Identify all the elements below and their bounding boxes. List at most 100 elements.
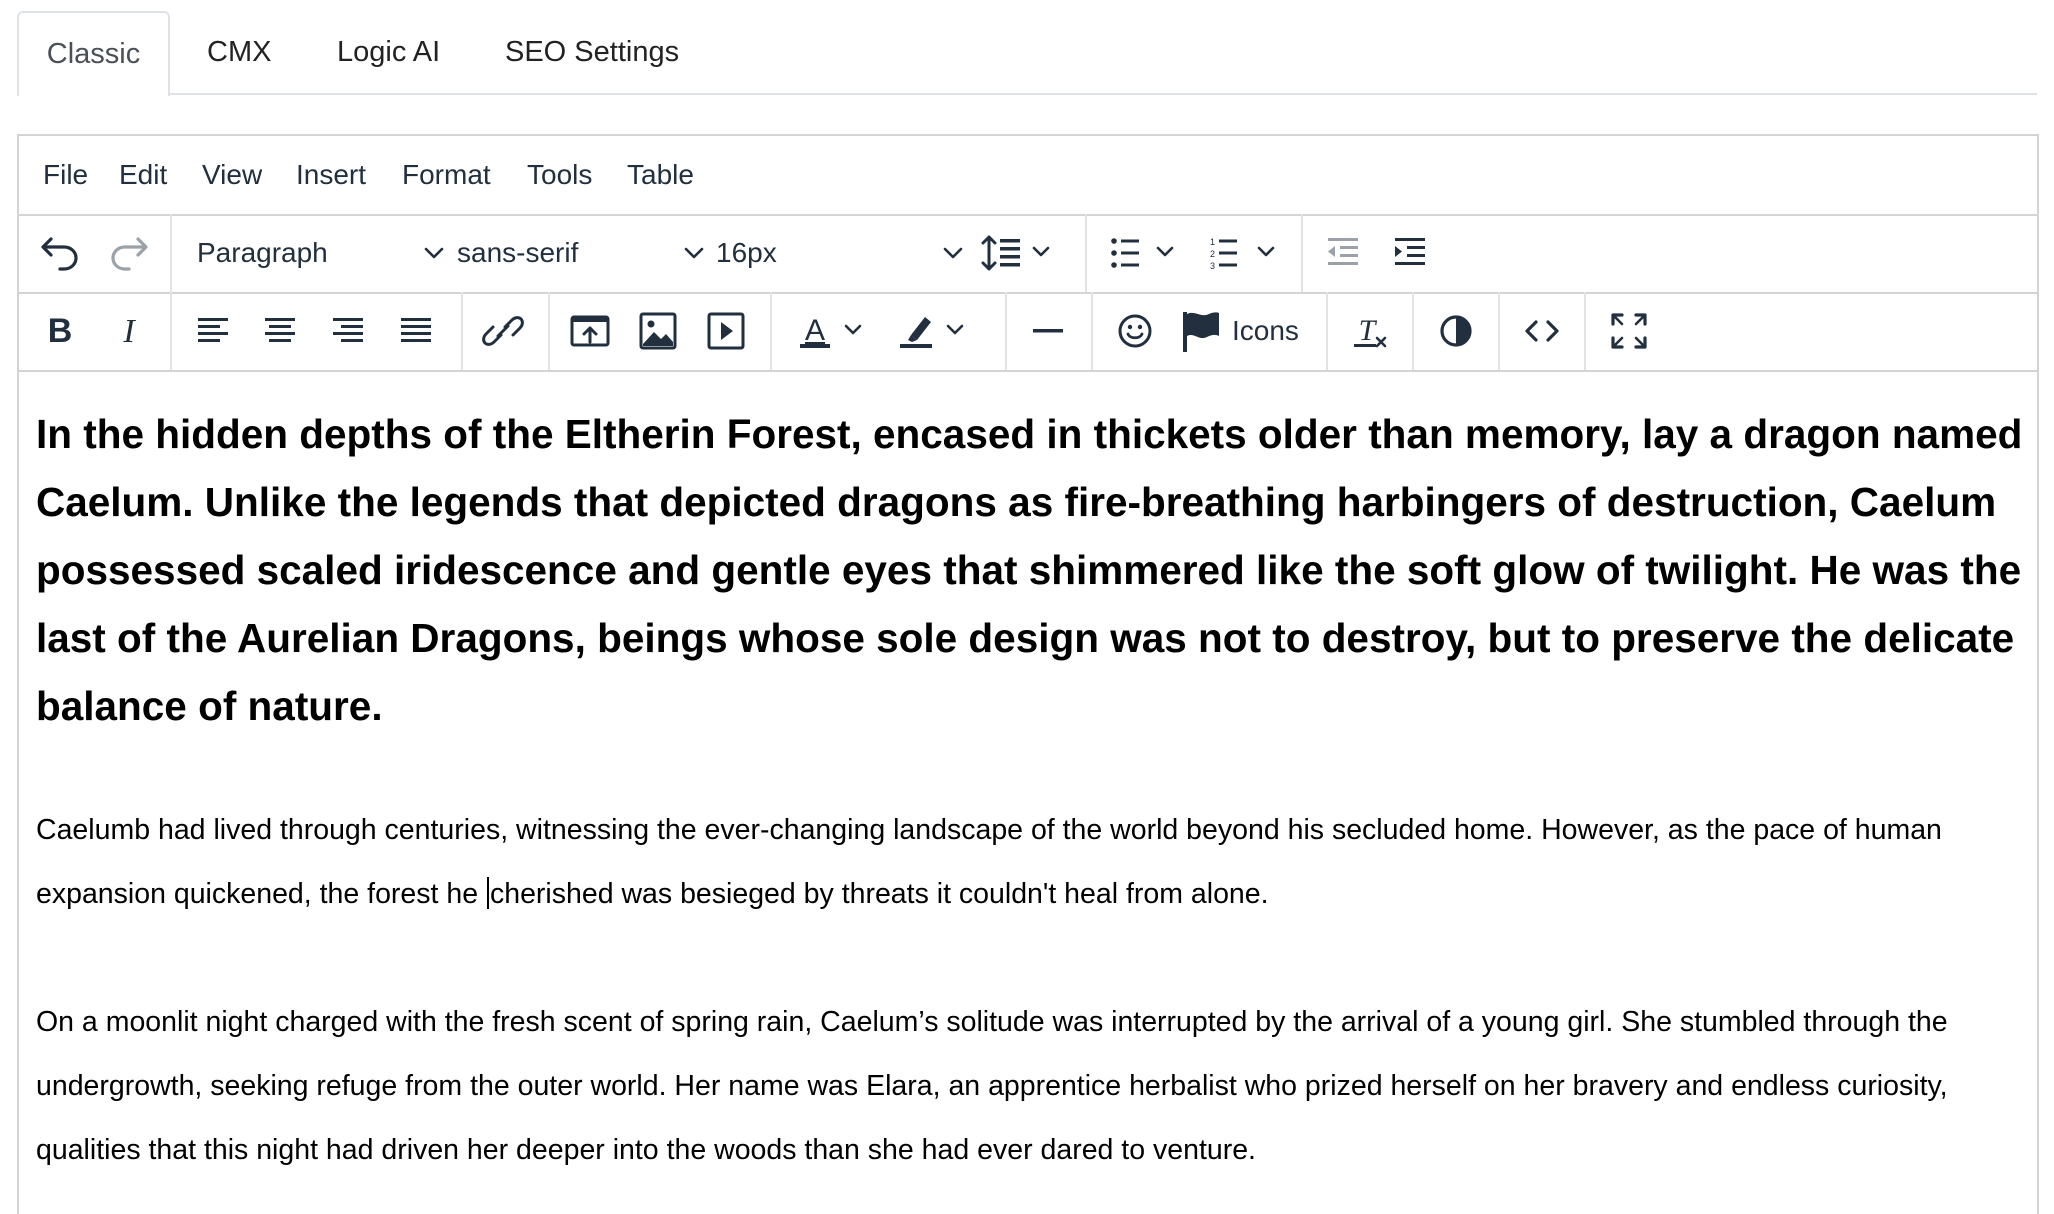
svg-text:B: B	[48, 312, 73, 350]
upload-button[interactable]	[561, 302, 619, 360]
toolbar-row-2: B I A Icons T	[19, 292, 2037, 372]
outdent-button[interactable]	[1314, 224, 1372, 282]
menu-edit[interactable]: Edit	[119, 136, 167, 214]
align-center-button[interactable]	[251, 302, 309, 360]
svg-text:T: T	[1359, 314, 1378, 347]
block-format-value: Paragraph	[197, 237, 328, 268]
toolbar-separator	[1584, 292, 1586, 370]
menu-format[interactable]: Format	[402, 136, 491, 214]
rich-text-editor: File Edit View Insert Format Tools Table	[17, 134, 2039, 1214]
media-icon	[707, 312, 745, 350]
clear-formatting-icon: T	[1354, 314, 1387, 348]
horizontal-rule-button[interactable]	[1019, 302, 1077, 360]
menu-tools[interactable]: Tools	[527, 136, 592, 214]
block-format-select[interactable]: Paragraph	[197, 224, 452, 282]
line-height-button[interactable]	[974, 224, 1069, 282]
menubar: File Edit View Insert Format Tools Table	[19, 136, 2037, 216]
text-color-button[interactable]: A	[791, 302, 891, 360]
toolbar-separator	[1005, 292, 1007, 370]
numbered-list-button[interactable]: 1 2 3	[1192, 224, 1292, 282]
content-paragraph-1[interactable]: Caelumb had lived through centuries, wit…	[36, 798, 2031, 926]
indent-button[interactable]	[1381, 224, 1439, 282]
contrast-button[interactable]	[1427, 302, 1485, 360]
italic-button[interactable]: I	[100, 302, 158, 360]
toolbar-separator	[1498, 292, 1500, 370]
chevron-down-icon	[943, 247, 963, 259]
menu-table[interactable]: Table	[627, 136, 694, 214]
upload-icon	[570, 315, 610, 347]
content-paragraph-2[interactable]: On a moonlit night charged with the fres…	[36, 990, 2031, 1182]
svg-text:A: A	[805, 314, 825, 347]
icons-button-label: Icons	[1232, 315, 1299, 346]
font-size-value: 16px	[716, 237, 777, 268]
icons-button[interactable]: Icons	[1169, 302, 1321, 360]
undo-icon	[41, 237, 78, 271]
source-code-button[interactable]	[1513, 302, 1571, 360]
contrast-icon	[1440, 315, 1472, 347]
undo-button[interactable]	[31, 224, 89, 282]
tab-classic[interactable]: Classic	[17, 11, 170, 96]
toolbar-separator	[1326, 292, 1328, 370]
image-icon	[639, 312, 677, 350]
toolbar-row-1: Paragraph sans-serif 16px 1 2 3	[19, 214, 2037, 294]
text-color-icon: A	[800, 314, 862, 348]
font-size-select[interactable]: 16px	[716, 224, 971, 282]
line-height-icon	[981, 235, 1050, 271]
menu-view[interactable]: View	[202, 136, 262, 214]
align-justify-icon	[401, 318, 431, 342]
flag-icon	[1183, 312, 1219, 352]
menu-file[interactable]: File	[43, 136, 88, 214]
emoji-button[interactable]	[1106, 302, 1164, 360]
indent-icon	[1395, 238, 1425, 265]
paragraph-1-text-after-caret: cherished was besieged by threats it cou…	[489, 878, 1269, 910]
link-button[interactable]	[474, 302, 532, 360]
align-justify-button[interactable]	[387, 302, 445, 360]
svg-text:1: 1	[1210, 237, 1215, 247]
link-icon	[482, 316, 524, 346]
font-family-select[interactable]: sans-serif	[457, 224, 712, 282]
tab-logic-ai[interactable]: Logic AI	[337, 11, 440, 94]
toolbar-separator	[170, 214, 172, 292]
redo-icon	[111, 237, 148, 271]
editor-tabs: Classic CMX Logic AI SEO Settings	[17, 0, 2037, 96]
toolbar-separator	[1412, 292, 1414, 370]
content-heading[interactable]: In the hidden depths of the Eltherin For…	[36, 400, 2026, 740]
fullscreen-icon	[1611, 313, 1647, 349]
bold-button[interactable]: B	[31, 302, 89, 360]
toolbar-separator	[548, 292, 550, 370]
highlight-icon	[900, 317, 964, 348]
toolbar-separator	[170, 292, 172, 370]
tab-cmx[interactable]: CMX	[207, 11, 271, 94]
align-left-button[interactable]	[184, 302, 242, 360]
tab-seo-settings[interactable]: SEO Settings	[505, 11, 679, 94]
outdent-icon	[1328, 238, 1358, 265]
toolbar-separator	[1301, 214, 1303, 292]
font-family-value: sans-serif	[457, 237, 579, 268]
numbered-list-icon: 1 2 3	[1210, 237, 1275, 271]
svg-text:2: 2	[1210, 249, 1215, 259]
bold-icon: B	[48, 312, 73, 350]
italic-icon: I	[122, 313, 136, 350]
bullet-list-icon	[1111, 238, 1174, 268]
fullscreen-button[interactable]	[1600, 302, 1658, 360]
toolbar-separator	[461, 292, 463, 370]
svg-text:I: I	[122, 313, 136, 350]
emoji-icon	[1118, 314, 1152, 348]
bullet-list-button[interactable]	[1092, 224, 1190, 282]
align-right-button[interactable]	[319, 302, 377, 360]
text-cursor	[486, 877, 489, 909]
align-left-icon	[198, 318, 228, 342]
code-icon	[1525, 320, 1559, 342]
toolbar-separator	[1085, 214, 1087, 292]
highlight-button[interactable]	[891, 302, 991, 360]
editor-page: Classic CMX Logic AI SEO Settings File E…	[0, 0, 2054, 1214]
media-button[interactable]	[697, 302, 755, 360]
align-right-icon	[333, 318, 363, 342]
svg-text:3: 3	[1210, 261, 1215, 271]
redo-button[interactable]	[100, 224, 158, 282]
image-button[interactable]	[629, 302, 687, 360]
menu-insert[interactable]: Insert	[296, 136, 366, 214]
chevron-down-icon	[424, 247, 444, 259]
clear-formatting-button[interactable]: T	[1341, 302, 1399, 360]
toolbar-separator	[770, 292, 772, 370]
